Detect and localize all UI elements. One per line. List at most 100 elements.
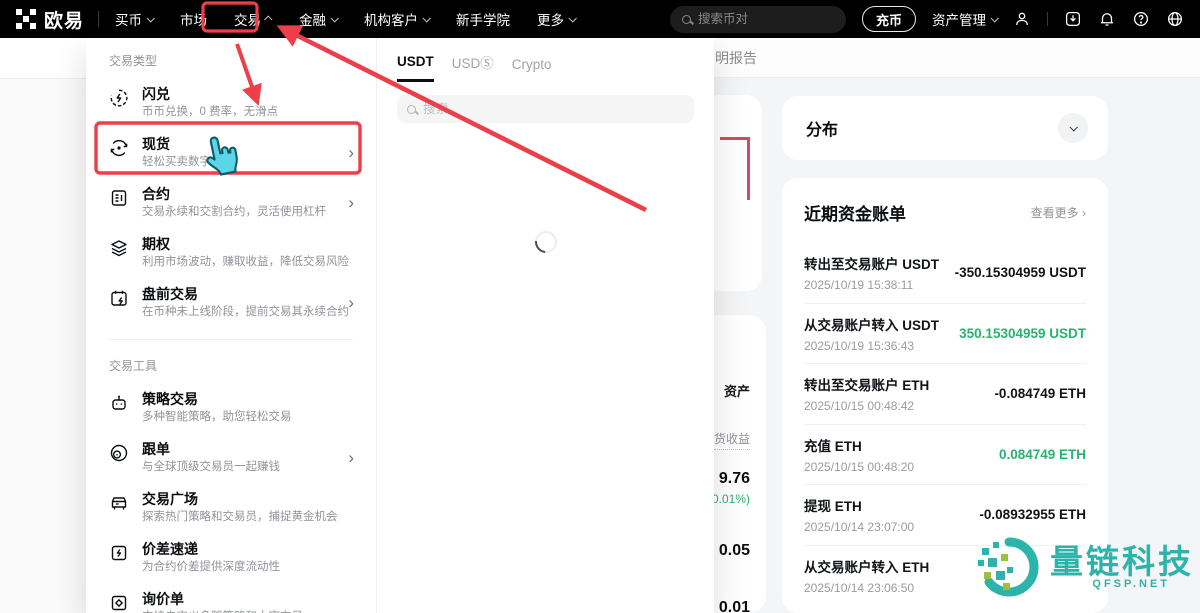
nav-item-label: 新手学院	[456, 9, 510, 29]
chevron-down-icon	[1069, 123, 1077, 131]
pair-search-box[interactable]	[670, 6, 846, 33]
premarket-calendar-icon	[109, 288, 129, 308]
assets-label: 资产管理	[932, 9, 986, 29]
fragment-yield-label: 货收益	[714, 430, 750, 450]
menu-item-futures[interactable]: 合约交易永续和交割合约，灵活使用杠杆 ›	[86, 181, 376, 231]
menu-item-copy-trading[interactable]: 跟单与全球顶级交易员一起赚钱 ›	[86, 436, 376, 486]
bill-row[interactable]: 转出至交易账户 USDT 2025/10/19 15:38:11 -350.153…	[804, 243, 1086, 304]
partial-tab-report[interactable]: 明报告	[713, 38, 1200, 78]
chevron-up-icon	[264, 15, 272, 23]
menu-item-title: 策略交易	[142, 391, 292, 407]
menu-item-title: 期权	[142, 236, 349, 252]
nav-item-institutional[interactable]: 机构客户	[364, 9, 429, 29]
bill-amount: -0.084749 ETH	[994, 386, 1086, 401]
search-icon	[682, 15, 691, 24]
nav-item-label: 市场	[180, 9, 207, 29]
menu-item-title: 询价单	[142, 591, 303, 607]
user-icon[interactable]	[1013, 10, 1031, 28]
nav-item-label: 机构客户	[364, 9, 418, 29]
nav-item-label: 买币	[115, 9, 142, 29]
expand-distribution-button[interactable]	[1058, 113, 1088, 143]
menu-item-spot[interactable]: 现货轻松买卖数字货币 ›	[86, 131, 376, 181]
distribution-title: 分布	[806, 116, 1058, 140]
chevron-right-icon: ›	[348, 143, 354, 163]
language-globe-icon[interactable]	[1166, 10, 1184, 28]
nav-item-label: 更多	[537, 9, 564, 29]
bill-amount: -0.08932955 ETH	[979, 507, 1086, 522]
chevron-right-icon: ›	[348, 448, 354, 468]
nav-item-finance[interactable]: 金融	[299, 9, 337, 29]
section-label-trade-types: 交易类型	[109, 52, 376, 69]
bill-time: 2025/10/14 23:07:00	[804, 520, 914, 534]
menu-item-desc: 轻松买卖数字货币	[142, 155, 234, 169]
menu-item-title: 闪兑	[142, 86, 278, 102]
notifications-bell-icon[interactable]	[1098, 10, 1116, 28]
menu-item-title: 交易广场	[142, 491, 338, 507]
strategy-bot-icon	[109, 393, 129, 413]
bill-row[interactable]: 转出至交易账户 ETH2025/10/15 00:48:42 -0.084749…	[804, 364, 1086, 425]
menu-item-desc: 探索热门策略和交易员，捕捉黄金机会	[142, 510, 338, 524]
fragment-asset-label: 资产	[724, 381, 750, 400]
fragment-value: 0.01	[719, 599, 750, 613]
tab-crypto[interactable]: Crypto	[512, 57, 552, 82]
bill-time: 2025/10/19 15:36:43	[804, 339, 939, 353]
currency-search-input[interactable]	[423, 102, 663, 116]
chevron-down-icon	[990, 14, 998, 22]
nav-item-buy[interactable]: 买币	[115, 9, 153, 29]
fragment-value: 0.05	[719, 542, 750, 560]
menu-item-title: 价差速递	[142, 541, 280, 557]
bill-title: 从交易账户转入 ETH	[804, 556, 929, 576]
assets-menu[interactable]: 资产管理	[932, 9, 997, 29]
okx-logo[interactable]: 欧易	[0, 6, 84, 33]
menu-section-divider	[109, 339, 353, 340]
brand-name: 欧易	[44, 6, 84, 33]
chevron-right-icon: ›	[348, 293, 354, 313]
nav-item-trade[interactable]: 交易	[234, 9, 272, 29]
tab-usdt[interactable]: USDT	[397, 54, 434, 82]
view-more-link[interactable]: 查看更多 ›	[1031, 204, 1086, 221]
bill-title: 充值 ETH	[804, 435, 914, 455]
deposit-button[interactable]: 充币	[862, 6, 916, 32]
chevron-down-icon	[330, 14, 338, 22]
watermark-logo-icon	[976, 534, 1042, 600]
menu-item-title: 盘前交易	[142, 286, 349, 302]
bill-title: 转出至交易账户 USDT	[804, 253, 939, 273]
menu-item-spread[interactable]: 价差速递为合约价差提供深度流动性	[86, 536, 376, 586]
pair-search-input[interactable]	[698, 12, 818, 26]
annotation-line-fragment	[747, 137, 750, 200]
menu-item-strategy[interactable]: 策略交易多种智能策略，助您轻松交易	[86, 386, 376, 436]
menu-item-convert[interactable]: 闪兑币币兑换，0 费率，无滑点	[86, 81, 376, 131]
menu-item-square[interactable]: 交易广场探索热门策略和交易员，捕捉黄金机会	[86, 486, 376, 536]
menu-item-title: 合约	[142, 186, 326, 202]
currency-search-box[interactable]	[397, 95, 694, 123]
bill-title: 提现 ETH	[804, 495, 914, 515]
bill-time: 2025/10/15 00:48:20	[804, 460, 914, 474]
menu-item-options[interactable]: 期权利用市场波动，赚取收益，降低交易风险	[86, 231, 376, 281]
menu-item-desc: 利用市场波动，赚取收益，降低交易风险	[142, 255, 349, 269]
top-navbar: 欧易 买币 市场 交易 金融 机构客户 新手学院 更多 充币 资产管理	[0, 0, 1200, 38]
bill-row[interactable]: 从交易账户转入 USDT2025/10/19 15:36:43 350.1530…	[804, 304, 1086, 365]
bill-title: 从交易账户转入 USDT	[804, 314, 939, 334]
bill-amount: -350.15304959 USDT	[955, 265, 1086, 280]
spread-express-icon	[109, 543, 129, 563]
nav-item-more[interactable]: 更多	[537, 9, 575, 29]
download-app-icon[interactable]	[1064, 10, 1082, 28]
spot-icon	[109, 138, 129, 158]
currency-tabs: USDT USDⓈ Crypto	[377, 52, 714, 82]
menu-item-desc: 为合约价差提供深度流动性	[142, 560, 280, 574]
menu-item-premarket[interactable]: 盘前交易在币种未上线阶段，提前交易其永续合约 ›	[86, 281, 376, 331]
nav-menu: 买币 市场 交易 金融 机构客户 新手学院 更多	[115, 9, 575, 29]
menu-item-title: 跟单	[142, 441, 280, 457]
menu-item-desc: 在币种未上线阶段，提前交易其永续合约	[142, 305, 349, 319]
rfq-icon	[109, 593, 129, 613]
bill-time: 2025/10/14 23:06:50	[804, 581, 929, 595]
nav-item-markets[interactable]: 市场	[180, 9, 207, 29]
menu-item-rfq[interactable]: 询价单支持自定义多腿策略和大宗交易	[86, 586, 376, 613]
tab-usds[interactable]: USDⓈ	[452, 52, 494, 82]
bill-row[interactable]: 充值 ETH2025/10/15 00:48:20 0.084749 ETH	[804, 425, 1086, 486]
nav-item-academy[interactable]: 新手学院	[456, 9, 510, 29]
bill-time: 2025/10/19 15:38:11	[804, 278, 939, 292]
menu-item-desc: 与全球顶级交易员一起赚钱	[142, 460, 280, 474]
help-icon[interactable]	[1132, 10, 1150, 28]
distribution-card: 分布	[782, 96, 1108, 160]
